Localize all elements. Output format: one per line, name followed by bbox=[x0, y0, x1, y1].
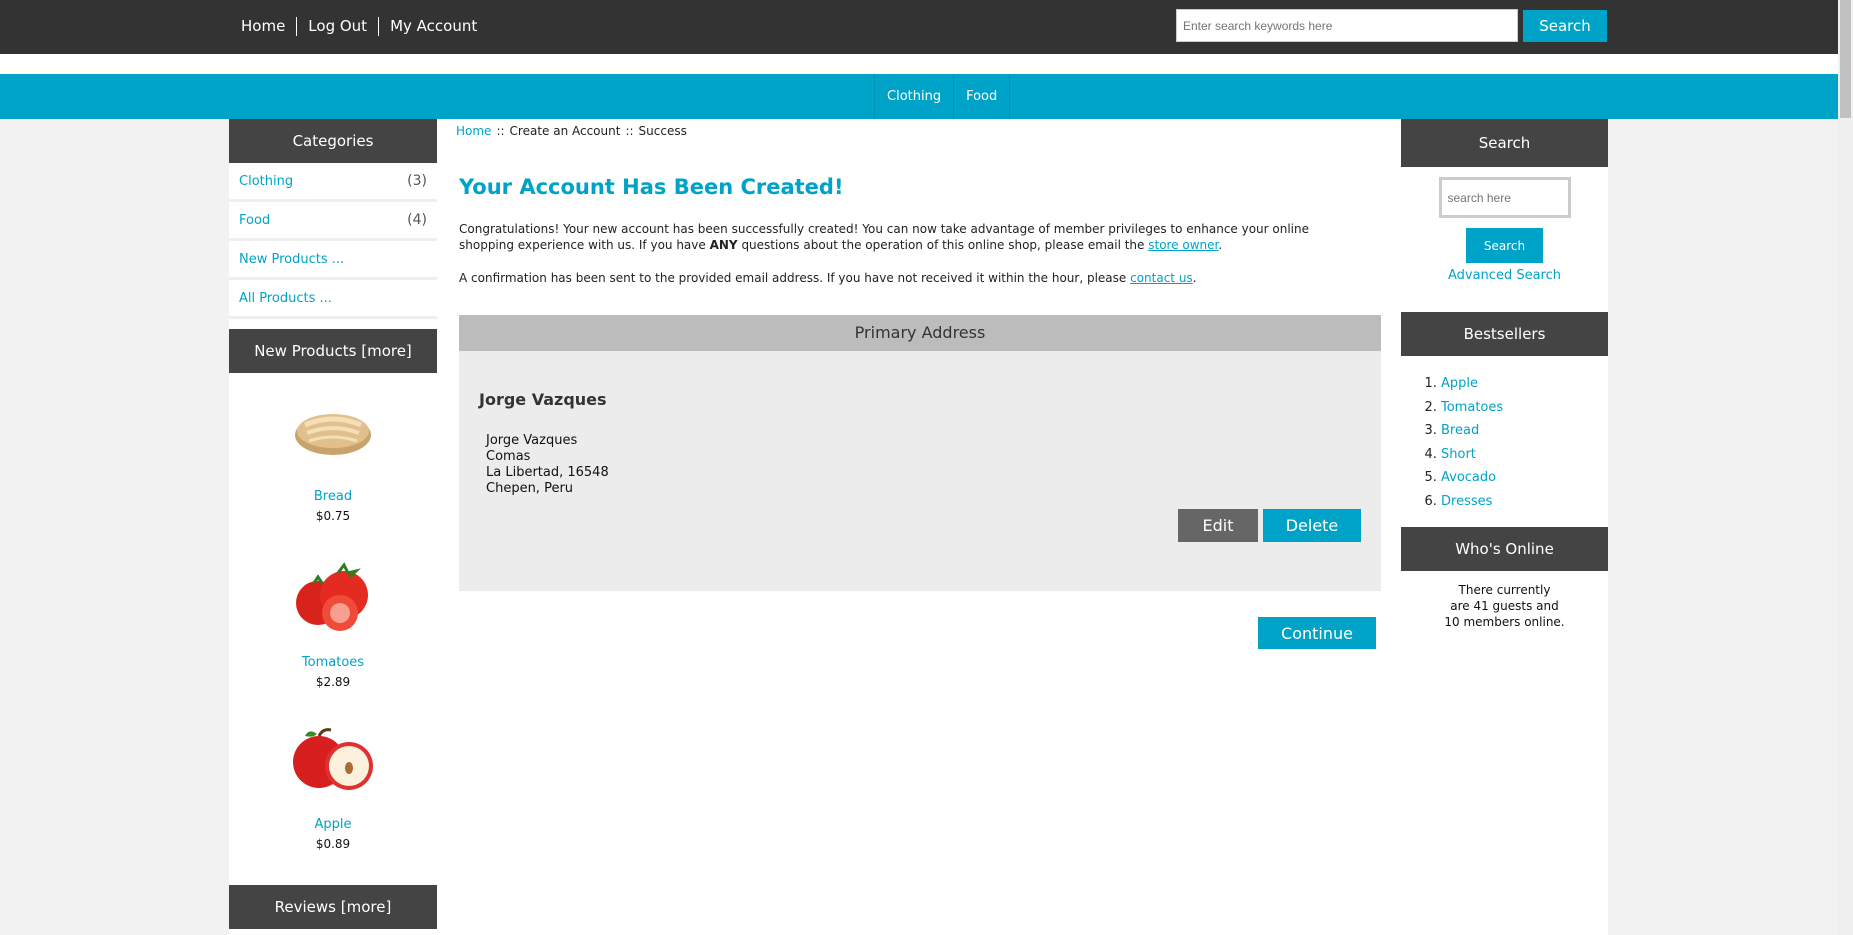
whos-online-heading: Who's Online bbox=[1401, 527, 1608, 571]
nav-my-account-link[interactable]: My Account bbox=[378, 17, 488, 36]
bestseller-link[interactable]: Avocado bbox=[1441, 470, 1496, 485]
emphasis-any: ANY bbox=[709, 238, 738, 252]
category-link[interactable]: Clothing bbox=[239, 174, 293, 189]
address-line: Chepen, Peru bbox=[486, 481, 574, 496]
sidebar-search-input[interactable] bbox=[1438, 177, 1571, 218]
category-item-new-products: New Products ... bbox=[229, 241, 437, 280]
product-item-bread: Bread $0.75 bbox=[229, 373, 437, 523]
bestseller-link[interactable]: Tomatoes bbox=[1441, 400, 1503, 415]
store-owner-link[interactable]: store owner bbox=[1148, 238, 1218, 252]
nav-home-link[interactable]: Home bbox=[229, 17, 296, 36]
bestseller-item: Bread bbox=[1441, 419, 1608, 443]
catbar-food-link[interactable]: Food bbox=[953, 74, 1011, 119]
product-price: $0.75 bbox=[315, 509, 351, 523]
bread-image[interactable] bbox=[229, 381, 437, 481]
continue-button[interactable]: Continue bbox=[1258, 617, 1376, 649]
product-price: $0.89 bbox=[315, 837, 351, 851]
category-bar: Clothing Food bbox=[0, 74, 1838, 119]
right-sidebar: Search Search Advanced Search Bestseller… bbox=[1401, 119, 1608, 935]
reviews-heading[interactable]: Reviews [more] bbox=[229, 885, 437, 929]
product-name-link[interactable]: Bread bbox=[229, 489, 437, 504]
address-name: Jorge Vazques bbox=[479, 390, 607, 409]
breadcrumb-home-link[interactable]: Home bbox=[456, 124, 491, 138]
bestseller-link[interactable]: Apple bbox=[1441, 376, 1478, 391]
success-message: Congratulations! Your new account has be… bbox=[459, 222, 1310, 252]
bestseller-item: Dresses bbox=[1441, 490, 1608, 514]
sidebar-search-button[interactable]: Search bbox=[1466, 228, 1543, 263]
contact-us-link[interactable]: contact us bbox=[1130, 271, 1193, 285]
product-name-link[interactable]: Apple bbox=[229, 817, 437, 832]
main-content: Home:: Create an Account:: Success Your Ac… bbox=[437, 119, 1401, 935]
scrollbar-thumb[interactable] bbox=[1840, 0, 1851, 118]
sidebar-search: Search Advanced Search bbox=[1401, 167, 1608, 312]
top-nav: Home Log Out My Account bbox=[229, 17, 488, 36]
new-products-list: Bread $0.75 Tomatoes $2.89 Apple $0.89 bbox=[229, 373, 437, 851]
bestsellers-list: Apple Tomatoes Bread Short Avocado Dress… bbox=[1401, 356, 1608, 527]
advanced-search-link[interactable]: Advanced Search bbox=[1401, 268, 1608, 283]
edit-address-button[interactable]: Edit bbox=[1178, 509, 1258, 542]
bestsellers-heading: Bestsellers bbox=[1401, 312, 1608, 356]
breadcrumb-step: Create an Account bbox=[509, 124, 621, 138]
bestseller-link[interactable]: Dresses bbox=[1441, 494, 1492, 509]
header-spacer bbox=[0, 54, 1838, 74]
bestseller-item: Avocado bbox=[1441, 466, 1608, 490]
categories-list: Clothing (3) Food (4) New Products ... A… bbox=[229, 163, 437, 319]
product-item-apple: Apple $0.89 bbox=[229, 689, 437, 851]
primary-address-heading: Primary Address bbox=[459, 315, 1381, 351]
bestseller-item: Apple bbox=[1441, 372, 1608, 396]
category-item-clothing: Clothing (3) bbox=[229, 163, 437, 202]
primary-address-box: Primary Address Jorge Vazques Jorge Vazq… bbox=[459, 315, 1381, 591]
breadcrumb-current: Success bbox=[638, 124, 687, 138]
catbar-clothing-link[interactable]: Clothing bbox=[874, 74, 955, 119]
delete-address-button[interactable]: Delete bbox=[1263, 509, 1361, 542]
bestseller-link[interactable]: Short bbox=[1441, 447, 1476, 462]
tomatoes-image[interactable] bbox=[229, 547, 437, 647]
category-link[interactable]: Food bbox=[239, 213, 270, 228]
product-item-tomatoes: Tomatoes $2.89 bbox=[229, 523, 437, 689]
category-item-all-products: All Products ... bbox=[229, 280, 437, 319]
category-count: (3) bbox=[407, 173, 427, 189]
whos-online-text: There currently are 41 guests and 10 mem… bbox=[1444, 583, 1565, 629]
nav-logout-link[interactable]: Log Out bbox=[296, 17, 378, 36]
category-link[interactable]: New Products ... bbox=[239, 252, 344, 267]
bestseller-link[interactable]: Bread bbox=[1441, 423, 1479, 438]
top-search-button[interactable]: Search bbox=[1523, 10, 1607, 42]
category-item-food: Food (4) bbox=[229, 202, 437, 241]
breadcrumb: Home:: Create an Account:: Success bbox=[456, 124, 687, 138]
address-line: La Libertad, 16548 bbox=[486, 465, 609, 480]
address-line: Comas bbox=[486, 449, 531, 464]
bestseller-item: Short bbox=[1441, 443, 1608, 467]
product-name-link[interactable]: Tomatoes bbox=[229, 655, 437, 670]
page-title: Your Account Has Been Created! bbox=[459, 175, 844, 199]
categories-heading: Categories bbox=[229, 119, 437, 163]
top-bar: Home Log Out My Account Search bbox=[0, 0, 1838, 54]
address-block: Jorge Vazques Comas La Libertad, 16548 C… bbox=[486, 433, 609, 497]
category-link[interactable]: All Products ... bbox=[239, 291, 332, 306]
search-heading: Search bbox=[1401, 119, 1608, 167]
product-price: $2.89 bbox=[315, 675, 351, 689]
page-scrollbar[interactable] bbox=[1838, 0, 1853, 935]
apple-image[interactable] bbox=[229, 709, 437, 809]
breadcrumb-separator: :: bbox=[625, 124, 634, 138]
new-products-heading[interactable]: New Products [more] bbox=[229, 329, 437, 373]
category-count: (4) bbox=[407, 212, 427, 228]
confirmation-message: A confirmation has been sent to the prov… bbox=[459, 271, 1197, 285]
breadcrumb-separator: :: bbox=[496, 124, 505, 138]
top-search-input[interactable] bbox=[1176, 9, 1518, 42]
left-sidebar: Categories Clothing (3) Food (4) New Pro… bbox=[229, 119, 437, 935]
bestseller-item: Tomatoes bbox=[1441, 396, 1608, 420]
address-line: Jorge Vazques bbox=[486, 433, 578, 448]
